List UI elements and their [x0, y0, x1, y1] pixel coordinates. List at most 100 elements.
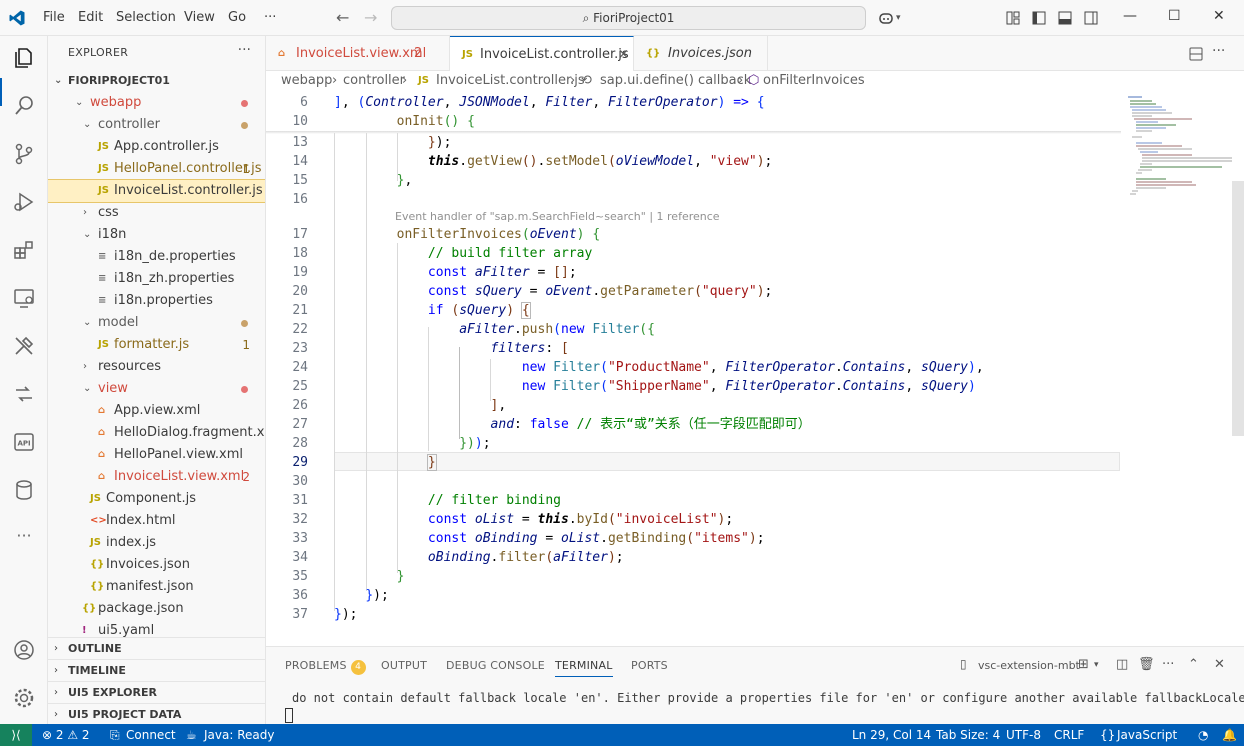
settings-gear-icon[interactable]: [12, 686, 36, 710]
trash-icon[interactable]: 🗑: [1138, 657, 1155, 672]
code-editor[interactable]: 6 10 13 14 15 16 17 18 19 20 21 22 23 24 25 26 27 28 29 30 3…: [266, 93, 1244, 646]
vscode-logo-icon[interactable]: [8, 9, 26, 27]
panel-tab-problems[interactable]: PROBLEMS 4: [285, 659, 366, 675]
tab-invoicelist-view-xml[interactable]: ⌂ InvoiceList.view.xml 2: [266, 36, 450, 71]
status-problems[interactable]: ⊗ 2 ⚠ 2: [42, 724, 90, 746]
tree-item[interactable]: JS InvoiceList.controller.js: [48, 179, 265, 203]
close-window-icon[interactable]: ✕: [1213, 8, 1225, 24]
customize-layout-icon[interactable]: [1005, 10, 1021, 26]
copilot-status-icon[interactable]: ◔: [1198, 724, 1208, 746]
menu-go[interactable]: Go: [228, 10, 246, 25]
tree-item[interactable]: JS index.js: [48, 532, 265, 554]
account-icon[interactable]: [12, 638, 36, 662]
forward-arrow-icon[interactable]: →: [364, 8, 377, 27]
tree-item[interactable]: ⌄ i18n: [48, 224, 265, 246]
tree-item[interactable]: ⌂ HelloPanel.view.xml: [48, 444, 265, 466]
section-timeline[interactable]: › TIMELINE: [48, 659, 265, 681]
menu-more[interactable]: ···: [264, 10, 276, 25]
split-editor-icon[interactable]: [1188, 46, 1204, 62]
status-cursor-position[interactable]: Ln 29, Col 14: [852, 724, 931, 746]
extensions-icon[interactable]: [12, 238, 36, 262]
tree-item[interactable]: ⌄ webapp: [48, 92, 265, 114]
tree-item[interactable]: JS App.controller.js: [48, 136, 265, 158]
section-ui5-project-data[interactable]: › UI5 PROJECT DATA: [48, 703, 265, 724]
tree-item[interactable]: ⌂ HelloDialog.fragment.xml: [48, 422, 265, 444]
tree-item[interactable]: ≡ i18n_de.properties: [48, 246, 265, 268]
chevron-down-icon[interactable]: ▾: [896, 13, 912, 29]
codelens-references[interactable]: Event handler of "sap.m.SearchField~sear…: [395, 210, 720, 223]
tree-item[interactable]: JS HelloPanel.controller.js 1: [48, 158, 265, 180]
tree-item[interactable]: {} package.json: [48, 598, 265, 620]
status-language[interactable]: JavaScript: [1117, 724, 1177, 746]
database-icon[interactable]: [12, 478, 36, 502]
remote-indicator-icon[interactable]: ⟩⟨: [0, 724, 32, 746]
copilot-icon[interactable]: [878, 10, 894, 26]
menu-selection[interactable]: Selection: [116, 10, 176, 25]
sap-tools-icon[interactable]: [12, 334, 36, 358]
tree-item[interactable]: ≡ i18n.properties: [48, 290, 265, 312]
search-icon[interactable]: [12, 94, 36, 118]
tree-item[interactable]: ⌂ App.view.xml: [48, 400, 265, 422]
toggle-secondary-sidebar-icon[interactable]: [1083, 10, 1099, 26]
panel-tab-debug-console[interactable]: DEBUG CONSOLE: [446, 659, 545, 672]
more-icon[interactable]: ···: [12, 526, 36, 550]
close-panel-icon[interactable]: ✕: [1214, 657, 1225, 672]
breadcrumb-file[interactable]: InvoiceList.controller.js: [436, 71, 585, 91]
breadcrumb-callback[interactable]: sap.ui.define() callback: [600, 71, 751, 91]
project-root[interactable]: ⌄ FIORIPROJECT01: [48, 70, 265, 92]
tree-item[interactable]: ⌄ view: [48, 378, 265, 400]
tree-item[interactable]: JS Component.js: [48, 488, 265, 510]
breadcrumb-method[interactable]: onFilterInvoices: [763, 71, 865, 91]
run-debug-icon[interactable]: [12, 190, 36, 214]
tree-item[interactable]: › css: [48, 202, 265, 224]
terminal-name[interactable]: vsc-extension-mbt: [978, 659, 1080, 672]
minimap[interactable]: [1122, 93, 1244, 646]
tree-item[interactable]: <> Index.html: [48, 510, 265, 532]
deployment-icon[interactable]: [12, 382, 36, 406]
toggle-sidebar-icon[interactable]: [1031, 10, 1047, 26]
panel-tab-ports[interactable]: PORTS: [631, 659, 668, 672]
section-ui5-explorer[interactable]: › UI5 EXPLORER: [48, 681, 265, 703]
notifications-bell-icon[interactable]: 🔔: [1222, 724, 1237, 746]
back-arrow-icon[interactable]: ←: [336, 8, 349, 27]
new-terminal-icon[interactable]: ⊞: [1078, 657, 1089, 672]
section-outline[interactable]: › OUTLINE: [48, 637, 265, 659]
panel-tab-output[interactable]: OUTPUT: [381, 659, 427, 672]
status-java[interactable]: Java: Ready: [204, 724, 274, 746]
maximize-icon[interactable]: ☐: [1168, 8, 1181, 24]
explorer-more-icon[interactable]: ···: [238, 42, 251, 58]
tree-item[interactable]: JS formatter.js 1: [48, 334, 265, 356]
status-connect[interactable]: Connect: [126, 724, 176, 746]
panel-tab-terminal[interactable]: TERMINAL: [555, 659, 613, 677]
editor-more-icon[interactable]: ···: [1212, 43, 1225, 59]
close-icon[interactable]: ×: [618, 37, 629, 72]
tree-item[interactable]: ≡ i18n_zh.properties: [48, 268, 265, 290]
remote-explorer-icon[interactable]: [12, 286, 36, 310]
api-icon[interactable]: API: [12, 430, 36, 454]
minimize-icon[interactable]: —: [1123, 8, 1137, 24]
command-center-search[interactable]: ⌕ FioriProject01: [391, 6, 866, 30]
menu-view[interactable]: View: [184, 10, 215, 25]
tab-invoices-json[interactable]: {} Invoices.json: [634, 36, 768, 71]
tree-item[interactable]: ⌂ InvoiceList.view.xml 2: [48, 466, 265, 488]
split-terminal-icon[interactable]: ◫: [1116, 657, 1128, 672]
tree-item[interactable]: {} manifest.json: [48, 576, 265, 598]
tree-item[interactable]: ⌄ controller: [48, 114, 265, 136]
breadcrumb-controller[interactable]: controller: [343, 71, 405, 91]
tab-invoicelist-controller-js[interactable]: JS InvoiceList.controller.js ×: [450, 36, 634, 72]
toggle-panel-icon[interactable]: [1057, 10, 1073, 26]
chevron-down-icon[interactable]: ▾: [1094, 660, 1099, 670]
maximize-panel-icon[interactable]: ⌃: [1188, 657, 1199, 672]
menu-edit[interactable]: Edit: [78, 10, 103, 25]
source-control-icon[interactable]: [12, 142, 36, 166]
tree-item[interactable]: › resources: [48, 356, 265, 378]
menu-file[interactable]: File: [43, 10, 65, 25]
editor-scrollbar[interactable]: [1232, 181, 1244, 436]
tree-item[interactable]: {} Invoices.json: [48, 554, 265, 576]
status-eol[interactable]: CRLF: [1054, 724, 1084, 746]
status-tab-size[interactable]: Tab Size: 4: [936, 724, 1000, 746]
panel-more-icon[interactable]: ···: [1162, 657, 1174, 672]
explorer-icon[interactable]: [12, 46, 36, 70]
status-encoding[interactable]: UTF-8: [1006, 724, 1041, 746]
breadcrumb-webapp[interactable]: webapp: [281, 71, 332, 91]
